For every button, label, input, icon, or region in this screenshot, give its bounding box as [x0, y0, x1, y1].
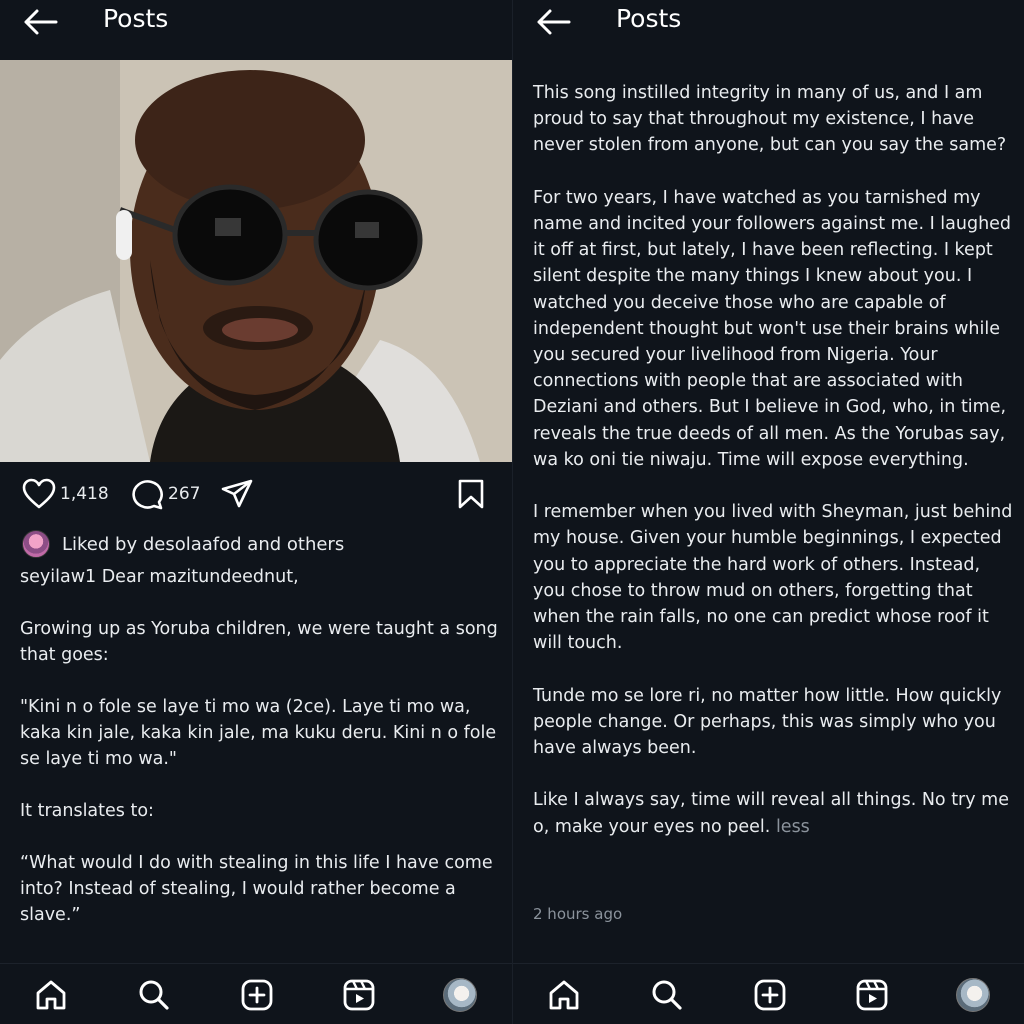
profile-avatar[interactable] [956, 978, 990, 1012]
post-timestamp: 2 hours ago [533, 905, 623, 923]
caption-paragraph: I remember when you lived with Sheyman, … [533, 502, 1013, 654]
top-bar: Posts [513, 0, 1024, 44]
page-title: Posts [103, 4, 169, 33]
less-link[interactable]: less [776, 817, 810, 837]
profile-avatar[interactable] [443, 978, 477, 1012]
share-button[interactable] [220, 476, 254, 512]
portrait-illustration [0, 60, 512, 462]
create-icon[interactable] [753, 978, 787, 1012]
caption-text: Like I always say, time will reveal all … [533, 790, 1009, 837]
search-icon[interactable] [137, 978, 171, 1012]
paper-plane-icon [221, 479, 253, 508]
home-icon[interactable] [34, 978, 68, 1012]
heart-icon [22, 478, 56, 509]
reels-icon[interactable] [342, 978, 376, 1012]
caption-paragraph: "Kini n o fole se laye ti mo wa (2ce). L… [20, 697, 497, 769]
bookmark-icon [458, 479, 484, 509]
arrow-left-icon[interactable] [535, 8, 571, 36]
create-icon[interactable] [240, 978, 274, 1012]
caption-last-paragraph: Like I always say, time will reveal all … [533, 787, 1013, 839]
caption-paragraph: It translates to: [20, 801, 154, 821]
caption-paragraph: Tunde mo se lore ri, no matter how littl… [533, 685, 1002, 759]
reels-icon[interactable] [855, 978, 889, 1012]
comment-icon [132, 480, 163, 510]
caption-paragraph: For two years, I have watched as you tar… [533, 187, 1012, 470]
bottom-nav [513, 963, 1024, 1024]
comment-button[interactable]: 267 [130, 476, 200, 512]
post-caption-continued: This song instilled integrity in many of… [533, 80, 1013, 866]
like-count: 1,418 [60, 484, 109, 504]
liked-by[interactable]: Liked by desolaafod and others [22, 530, 344, 558]
caption-paragraph: Growing up as Yoruba children, we were t… [20, 619, 498, 665]
comment-count: 267 [168, 484, 201, 504]
arrow-left-icon[interactable] [22, 8, 58, 36]
liker-avatar [22, 530, 50, 558]
right-screen: Posts This song instilled integrity in m… [512, 0, 1024, 1024]
caption-paragraph: “What would I do with stealing in this l… [20, 853, 493, 925]
page-title: Posts [616, 4, 682, 33]
home-icon[interactable] [547, 978, 581, 1012]
bottom-nav [0, 963, 512, 1024]
post-actions: 1,418 267 [0, 476, 512, 516]
save-button[interactable] [456, 476, 486, 512]
like-button[interactable]: 1,418 [22, 476, 109, 512]
liked-by-text: Liked by desolaafod and others [62, 533, 345, 555]
post-caption: seyilaw1 Dear mazitundeednut, Growing up… [20, 564, 498, 954]
post-image[interactable] [0, 60, 512, 462]
left-screen: Posts 1,418 267 Liked by desolaafod and … [0, 0, 512, 1024]
search-icon[interactable] [650, 978, 684, 1012]
caption-paragraph: seyilaw1 Dear mazitundeednut, [20, 567, 299, 587]
caption-paragraph: This song instilled integrity in many of… [533, 83, 1007, 156]
top-bar: Posts [0, 0, 512, 44]
